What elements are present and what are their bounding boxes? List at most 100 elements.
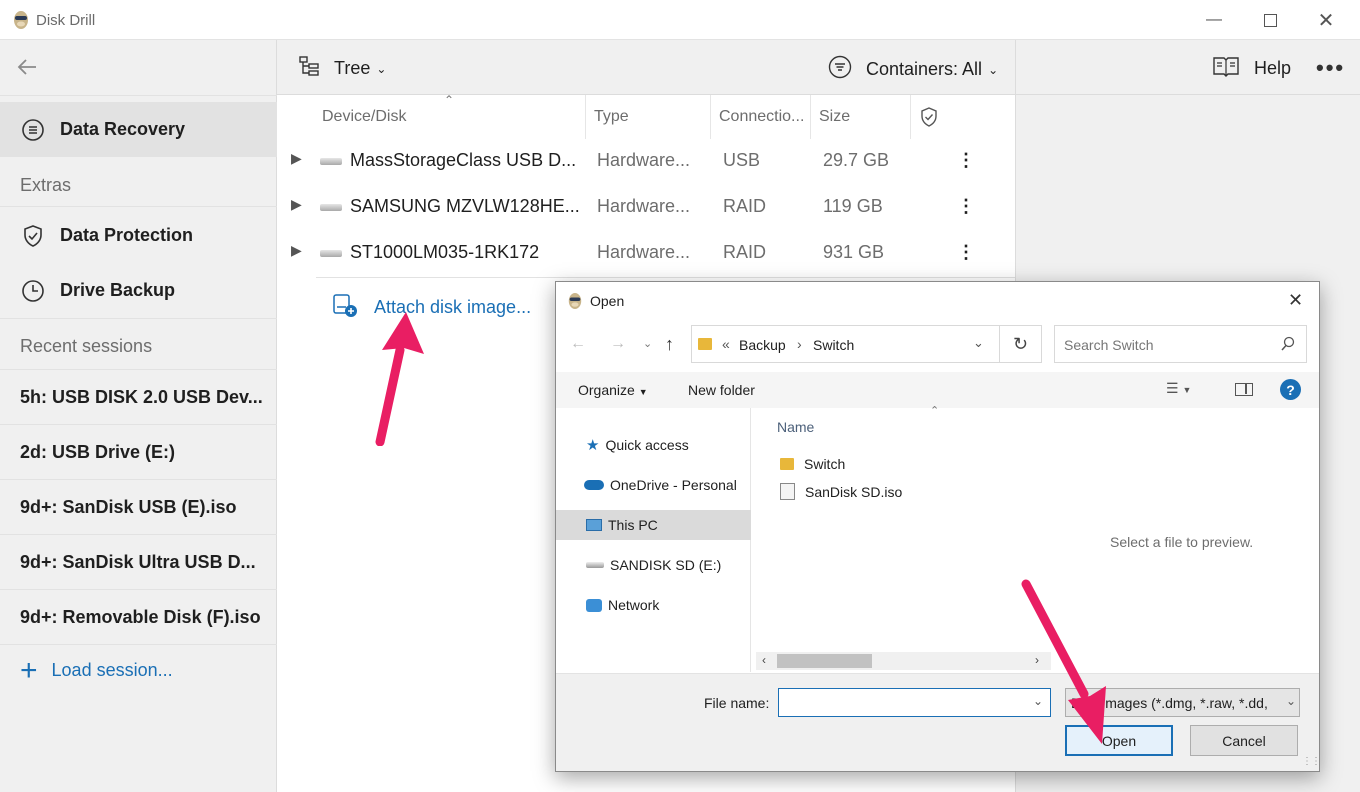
sidebar-item-label: Data Recovery xyxy=(60,119,186,139)
organize-button[interactable]: Organize ▼ xyxy=(578,382,648,398)
file-name-input[interactable]: ⌄ xyxy=(778,688,1051,717)
table-row[interactable]: ▶ MassStorageClass USB D... Hardware... … xyxy=(277,138,1015,184)
help-icon[interactable]: ? xyxy=(1280,379,1301,400)
forward-nav-button[interactable]: → xyxy=(610,335,626,353)
file-item-sandisk-iso[interactable]: SanDisk SD.iso xyxy=(780,483,902,500)
open-dialog: Open ✕ ← → ⌄ ↑ « Backup › Switch ⌄ ↻ Sea… xyxy=(555,281,1321,772)
disc-image-icon xyxy=(780,483,795,500)
preview-pane-icon xyxy=(1245,384,1247,394)
address-dropdown-icon[interactable]: ⌄ xyxy=(973,335,984,351)
table-divider xyxy=(316,277,1015,278)
refresh-button[interactable]: ↻ xyxy=(1000,325,1042,363)
sidebar-divider xyxy=(0,424,277,425)
session-item[interactable]: 5h: USB DISK 2.0 USB Dev... xyxy=(20,387,263,408)
column-header-size[interactable]: Size xyxy=(819,108,850,126)
toolbar xyxy=(277,40,1360,95)
file-item-switch[interactable]: Switch xyxy=(780,456,845,472)
file-name-label: File name: xyxy=(704,695,770,711)
network-icon xyxy=(586,598,602,612)
table-row[interactable]: ▶ SAMSUNG MZVLW128HE... Hardware... RAID… xyxy=(277,184,1015,230)
maximize-button[interactable] xyxy=(1242,0,1298,40)
resize-grip-icon[interactable]: ⋮⋮ xyxy=(1302,756,1321,767)
app-logo-icon xyxy=(12,10,30,30)
help-button[interactable]: Help xyxy=(1212,55,1291,82)
dialog-title: Open xyxy=(590,293,625,309)
app-title: Disk Drill xyxy=(36,12,96,29)
new-folder-button[interactable]: New folder xyxy=(688,382,755,398)
up-folder-button[interactable]: ↑ xyxy=(665,334,674,355)
preview-message: Select a file to preview. xyxy=(1110,534,1254,550)
minimize-icon: — xyxy=(1206,11,1222,28)
nav-network[interactable]: Network xyxy=(556,590,751,620)
nav-onedrive[interactable]: OneDrive - Personal xyxy=(556,470,751,500)
column-header-connection[interactable]: Connectio... xyxy=(719,108,804,126)
horizontal-scrollbar[interactable]: ‹ › xyxy=(756,652,1051,670)
scroll-left-icon[interactable]: ‹ xyxy=(762,653,766,667)
recent-locations-button[interactable]: ⌄ xyxy=(643,337,652,350)
session-item[interactable]: 9d+: Removable Disk (F).iso xyxy=(20,607,261,628)
nav-sandisk[interactable]: SANDISK SD (E:) xyxy=(556,550,751,580)
recovery-icon xyxy=(20,117,46,143)
chevron-down-icon: ⌄ xyxy=(376,61,387,76)
dialog-close-button[interactable]: ✕ xyxy=(1288,290,1303,311)
breadcrumb-prefix: « xyxy=(722,336,730,352)
address-bar[interactable]: « Backup › Switch ⌄ xyxy=(691,325,1000,363)
back-button[interactable] xyxy=(14,54,44,80)
preview-pane-button[interactable] xyxy=(1235,383,1253,396)
command-bar xyxy=(556,372,1319,408)
file-name: SanDisk SD.iso xyxy=(805,483,903,500)
breadcrumb-backup[interactable]: Backup xyxy=(739,337,786,353)
sidebar-item-data-protection[interactable]: Data Protection xyxy=(0,208,277,263)
chevron-down-icon: ⌄ xyxy=(1283,694,1297,708)
maximize-icon xyxy=(1263,13,1277,27)
session-item[interactable]: 9d+: SanDisk USB (E).iso xyxy=(20,497,237,518)
sidebar-divider xyxy=(0,95,277,96)
column-header-device[interactable]: Device/Disk xyxy=(322,108,406,126)
expand-icon[interactable]: ▶ xyxy=(291,242,302,259)
nav-quick-access[interactable]: ★ Quick access xyxy=(556,430,751,460)
row-menu-icon[interactable]: ⋮ xyxy=(957,242,975,263)
back-arrow-icon xyxy=(17,59,36,75)
device-name: SAMSUNG MZVLW128HE... xyxy=(350,196,580,216)
sidebar-item-data-recovery[interactable]: Data Recovery xyxy=(0,102,277,157)
plus-icon: + xyxy=(20,653,38,687)
nav-this-pc[interactable]: This PC xyxy=(556,510,751,540)
sidebar-divider xyxy=(0,318,277,319)
row-menu-icon[interactable]: ⋮ xyxy=(957,150,975,171)
cancel-button[interactable]: Cancel xyxy=(1190,725,1298,756)
device-size: 119 GB xyxy=(823,196,883,216)
search-field[interactable]: Search Switch xyxy=(1054,325,1307,363)
column-divider xyxy=(585,95,586,139)
column-header-name[interactable]: Name xyxy=(777,419,814,435)
breadcrumb-switch[interactable]: Switch xyxy=(813,337,854,353)
protection-column-icon xyxy=(919,106,939,133)
scrollbar-thumb[interactable] xyxy=(777,654,872,668)
column-header-type[interactable]: Type xyxy=(594,108,629,126)
drive-icon xyxy=(320,250,342,257)
book-icon xyxy=(1212,55,1240,82)
title-bar: Disk Drill — ✕ xyxy=(0,0,1360,40)
session-item[interactable]: 9d+: SanDisk Ultra USB D... xyxy=(20,552,256,573)
session-item[interactable]: 2d: USB Drive (E:) xyxy=(20,442,175,463)
search-icon xyxy=(1281,336,1295,357)
load-session-label: Load session... xyxy=(51,660,173,680)
more-options-button[interactable]: ••• xyxy=(1316,55,1345,81)
view-options-button[interactable]: ☰ ▼ xyxy=(1166,380,1191,397)
table-row[interactable]: ▶ ST1000LM035-1RK172 Hardware... RAID 93… xyxy=(277,230,1015,276)
containers-filter-dropdown[interactable]: Containers: All ⌄ xyxy=(828,55,998,84)
sidebar-item-drive-backup[interactable]: Drive Backup xyxy=(0,263,277,318)
folder-icon xyxy=(780,458,794,470)
load-session-button[interactable]: + Load session... xyxy=(20,653,173,687)
column-divider xyxy=(910,95,911,139)
device-name: ST1000LM035-1RK172 xyxy=(350,242,540,262)
device-type: Hardware... xyxy=(597,150,691,170)
close-button[interactable]: ✕ xyxy=(1298,0,1354,40)
view-mode-dropdown[interactable]: Tree ⌄ xyxy=(298,55,386,82)
expand-icon[interactable]: ▶ xyxy=(291,196,302,213)
attach-disk-image-button[interactable]: Attach disk image... xyxy=(332,292,531,323)
row-menu-icon[interactable]: ⋮ xyxy=(957,196,975,217)
expand-icon[interactable]: ▶ xyxy=(291,150,302,167)
minimize-button[interactable]: — xyxy=(1186,0,1242,40)
back-nav-button[interactable]: ← xyxy=(570,335,586,353)
breadcrumb-separator-icon: › xyxy=(797,336,802,352)
